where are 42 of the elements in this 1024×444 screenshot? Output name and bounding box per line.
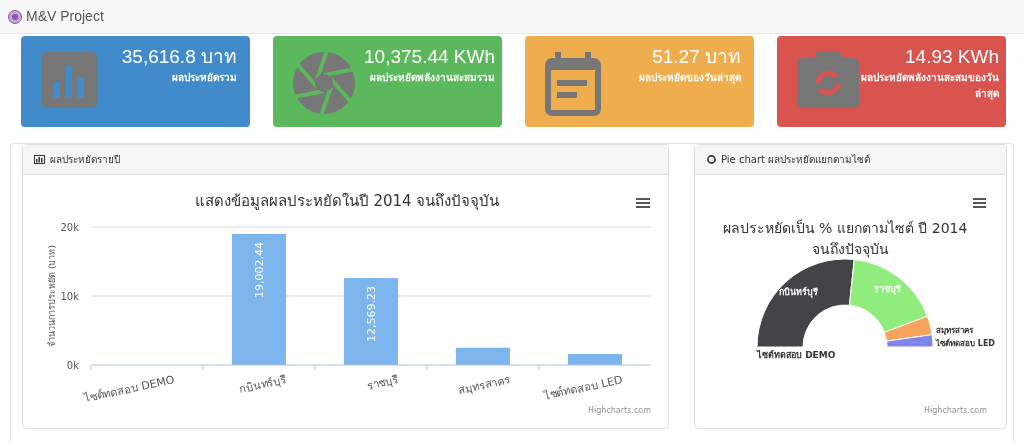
x-axis-label: สมุทรสาคร xyxy=(457,373,512,397)
x-axis-label: ราชบุรี xyxy=(365,373,400,393)
aperture-icon xyxy=(293,52,355,114)
app-title[interactable]: M&V Project xyxy=(26,6,104,27)
credit-link[interactable]: Highcharts.com xyxy=(924,406,987,415)
chart-title: ผลประหยัดเป็น % แยกตามไซต์ ปี 2014 xyxy=(722,220,968,236)
stat-label: ผลประหยัดพลังงานสะสมของวันล่าสุด xyxy=(860,71,999,102)
bar-value-label: 12,569.23 xyxy=(365,286,378,343)
bar xyxy=(568,353,622,365)
bar-chart-icon xyxy=(34,155,45,164)
chart-title: แสดงข้อมูลผลประหยัดในปี 2014 จนถึงปัจจุบัน xyxy=(194,192,500,210)
menu-icon[interactable] xyxy=(636,198,650,208)
y-tick-label: 0k xyxy=(66,360,79,371)
bar xyxy=(456,347,510,365)
stat-label: ผลประหยัดรวม xyxy=(171,71,237,85)
slice-label: สมุทรสาคร xyxy=(936,326,973,335)
slice-label: ราชบุรี xyxy=(874,283,902,294)
x-axis-label: ไซต์ทดสอบ LED xyxy=(542,373,624,403)
camera-icon xyxy=(797,52,859,108)
panel-heading: Pie chart ผลประหยัดแยกตามไซต์ xyxy=(721,153,871,167)
stat-value: 14.93 KWh xyxy=(905,45,999,69)
bar-chart-icon xyxy=(41,52,97,108)
circle-icon xyxy=(707,155,716,164)
y-tick-label: 10k xyxy=(60,291,79,302)
bar-value-label: 19,002.44 xyxy=(253,241,266,298)
slice-label: ไซต์ทดสอบ DEMO xyxy=(757,350,836,360)
stat-label: ผลประหยัดของวันล่าสุด xyxy=(638,71,741,86)
credit-link[interactable]: Highcharts.com xyxy=(588,406,651,415)
calendar-icon xyxy=(545,52,601,116)
slice-label: ไซต์ทดสอบ LED xyxy=(936,339,995,348)
logo-icon xyxy=(8,9,22,24)
x-axis-label: ไซต์ทดสอบ DEMO xyxy=(82,373,176,406)
menu-icon[interactable] xyxy=(973,198,986,208)
y-tick-label: 20k xyxy=(60,222,79,233)
stat-label: ผลประหยัดพลังงานสะสมรวม xyxy=(369,71,495,85)
y-axis-title: จำนวนการประหยัด (บาท) xyxy=(47,245,57,347)
slice-label: กบินทร์บุรี xyxy=(778,286,818,297)
panel-heading: ผลประหยัดรายปี xyxy=(50,153,120,167)
chart-title: จนถึงปัจจุบัน xyxy=(811,240,890,260)
stat-value: 10,375.44 KWh xyxy=(364,45,495,69)
stat-value: 35,616.8 บาท xyxy=(121,45,237,69)
stat-value: 51.27 บาท xyxy=(652,45,741,69)
